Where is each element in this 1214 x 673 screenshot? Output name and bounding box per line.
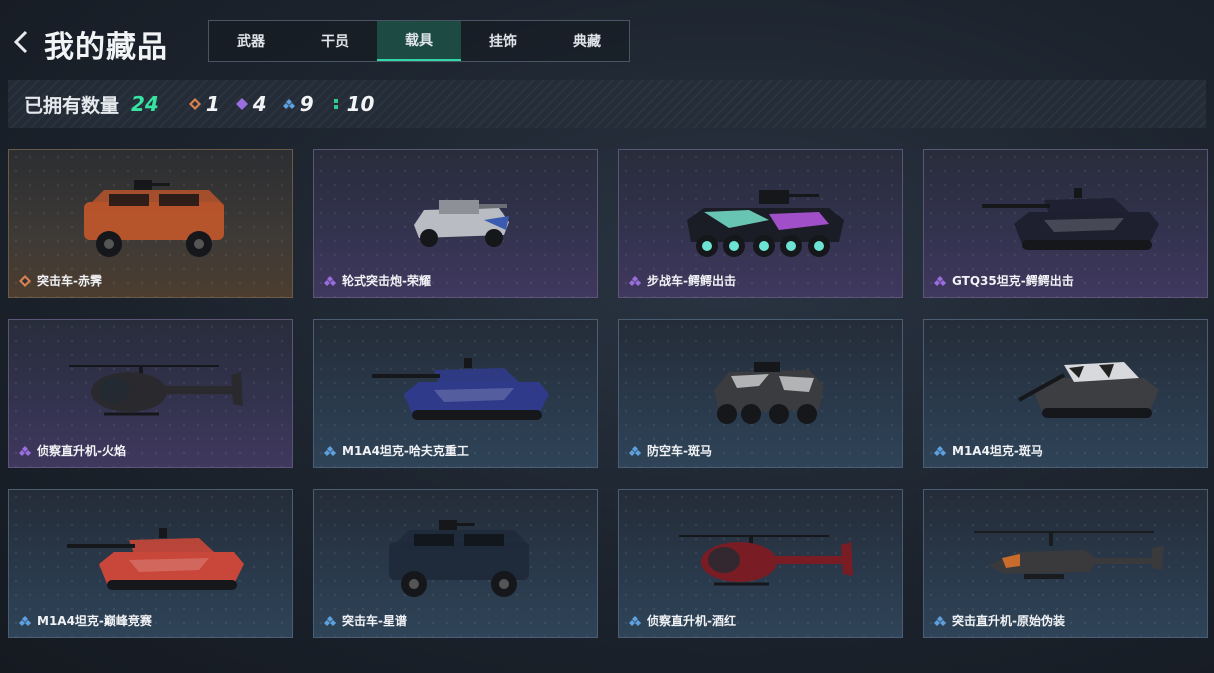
purple-diamond-icon	[629, 275, 641, 286]
vehicle-name: 步战车-鳄鳄出击	[647, 274, 736, 288]
vehicle-card-label: 侦察直升机-酒红	[629, 612, 736, 629]
purple-diamond-icon	[235, 98, 248, 110]
vehicle-card-label: 突击车-赤霁	[19, 272, 102, 289]
blue-diamond-icon	[19, 615, 31, 626]
purple-diamond-icon	[934, 275, 946, 286]
vehicle-card[interactable]: 突击车-星谱	[313, 489, 598, 638]
vehicle-card-label: M1A4坦克-哈夫克重工	[324, 442, 469, 459]
vehicle-name: 侦察直升机-酒红	[647, 614, 736, 628]
rarity-count-blue: 9	[282, 92, 314, 116]
vehicle-card[interactable]: GTQ35坦克-鳄鳄出击	[923, 149, 1208, 298]
vehicle-name: 突击直升机-原始伪装	[952, 614, 1065, 628]
vehicle-card-label: 防空车-斑马	[629, 442, 712, 459]
vehicle-card[interactable]: M1A4坦克-斑马	[923, 319, 1208, 468]
vehicle-card[interactable]: 侦察直升机-火焰	[8, 319, 293, 468]
vehicle-name: M1A4坦克-斑马	[952, 444, 1043, 458]
vehicle-card-label: 侦察直升机-火焰	[19, 442, 126, 459]
rarity-count-value: 1	[205, 92, 220, 116]
blue-diamond-icon	[629, 445, 641, 456]
vehicle-name: 轮式突击炮-荣耀	[342, 274, 431, 288]
vehicle-card[interactable]: M1A4坦克-巅峰竞赛	[8, 489, 293, 638]
vehicle-card[interactable]: 步战车-鳄鳄出击	[618, 149, 903, 298]
tab-operators[interactable]: 干员	[293, 21, 377, 61]
vehicle-card[interactable]: 突击车-赤霁	[8, 149, 293, 298]
vehicle-image	[414, 200, 509, 247]
tab-weapons[interactable]: 武器	[209, 21, 293, 61]
header-bar: 我的藏品 武器 干员 载具 挂饰 典藏	[0, 0, 1214, 80]
vehicle-card[interactable]: 轮式突击炮-荣耀	[313, 149, 598, 298]
vehicle-image	[372, 358, 549, 420]
blue-diamond-icon	[324, 445, 336, 456]
blue-diamond-icon	[934, 445, 946, 456]
vehicle-image	[982, 188, 1159, 250]
category-tabs: 武器 干员 载具 挂饰 典藏	[208, 20, 630, 62]
vehicle-image	[714, 362, 824, 424]
vehicle-image	[974, 531, 1164, 579]
purple-diamond-icon	[19, 445, 31, 456]
vehicle-card[interactable]: 突击直升机-原始伪装	[923, 489, 1208, 638]
vehicle-image	[84, 180, 224, 257]
rarity-count-orange: 1	[188, 92, 220, 116]
vehicle-card-label: M1A4坦克-斑马	[934, 442, 1043, 459]
vehicle-name: 侦察直升机-火焰	[37, 444, 126, 458]
rarity-count-value: 10	[346, 92, 375, 116]
owned-count-label: 已拥有数量	[24, 94, 120, 117]
rarity-count-green: 10	[330, 92, 375, 116]
vehicle-card-label: GTQ35坦克-鳄鳄出击	[934, 272, 1074, 289]
vehicle-name: M1A4坦克-巅峰竞赛	[37, 614, 152, 628]
vehicle-card[interactable]: M1A4坦克-哈夫克重工	[313, 319, 598, 468]
vehicle-name: 突击车-星谱	[342, 614, 407, 628]
vehicle-name: M1A4坦克-哈夫克重工	[342, 444, 469, 458]
vehicle-image	[687, 190, 844, 257]
blue-diamond-icon	[629, 615, 641, 626]
blue-diamond-icon	[282, 99, 295, 109]
vehicle-card-label: 轮式突击炮-荣耀	[324, 272, 431, 289]
vehicle-image	[389, 520, 529, 597]
vehicle-name: 防空车-斑马	[647, 444, 712, 458]
tab-vehicles[interactable]: 载具	[377, 21, 461, 61]
vehicle-card[interactable]: 侦察直升机-酒红	[618, 489, 903, 638]
vehicle-image	[1018, 362, 1159, 418]
vehicle-card-label: M1A4坦克-巅峰竞赛	[19, 612, 152, 629]
owned-count-value: 24	[131, 92, 159, 116]
vehicle-card-label: 突击直升机-原始伪装	[934, 612, 1065, 629]
tab-collection[interactable]: 典藏	[545, 21, 629, 61]
blue-diamond-icon	[934, 615, 946, 626]
back-arrow-icon[interactable]	[10, 28, 32, 56]
vehicle-card-label: 突击车-星谱	[324, 612, 407, 629]
rarity-count-value: 9	[299, 92, 314, 116]
vehicle-image	[69, 365, 243, 416]
vehicle-card-label: 步战车-鳄鳄出击	[629, 272, 736, 289]
blue-diamond-icon	[324, 615, 336, 626]
rarity-count-value: 4	[252, 92, 267, 116]
green-dots-icon	[333, 99, 338, 109]
purple-diamond-icon	[324, 275, 336, 286]
tab-charms[interactable]: 挂饰	[461, 21, 545, 61]
vehicle-card[interactable]: 防空车-斑马	[618, 319, 903, 468]
ownership-stats-bar: 已拥有数量 24 1 4 9 10	[8, 80, 1206, 128]
orange-diamond-icon	[188, 98, 201, 110]
vehicle-image	[67, 528, 244, 590]
vehicle-name: 突击车-赤霁	[37, 274, 102, 288]
vehicle-image	[679, 535, 853, 586]
page-title: 我的藏品	[44, 30, 168, 65]
vehicle-name: GTQ35坦克-鳄鳄出击	[952, 274, 1074, 288]
orange-diamond-icon	[19, 274, 31, 287]
rarity-count-purple: 4	[235, 92, 267, 116]
